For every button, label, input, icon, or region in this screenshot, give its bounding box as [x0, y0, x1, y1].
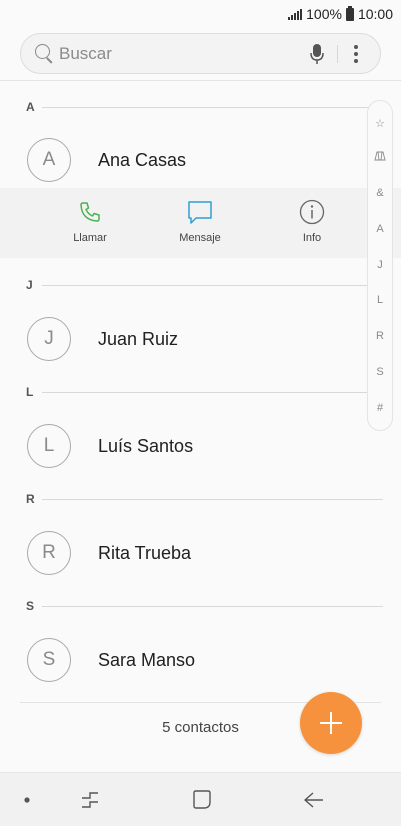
section-header-l: L	[26, 385, 383, 399]
index-r[interactable]: R	[368, 330, 392, 342]
back-icon[interactable]	[302, 788, 326, 812]
section-letter: L	[26, 385, 34, 399]
section-line	[42, 605, 383, 607]
search-icon	[35, 43, 55, 64]
message-icon	[186, 198, 214, 226]
section-header-a: A	[26, 100, 383, 114]
avatar: S	[27, 638, 71, 682]
alphabet-index[interactable]: ☆ & A J L R S #	[367, 100, 393, 431]
message-button[interactable]: Mensaje	[160, 198, 240, 244]
call-label: Llamar	[73, 232, 107, 244]
search-bar[interactable]: Buscar	[20, 33, 381, 74]
contact-row[interactable]: R Rita Trueba	[0, 518, 401, 588]
index-s[interactable]: S	[368, 366, 392, 378]
avatar: J	[27, 317, 71, 361]
search-input[interactable]: Buscar	[59, 44, 305, 64]
info-icon	[298, 198, 326, 226]
section-header-j: J	[26, 278, 383, 292]
section-letter: A	[26, 100, 35, 114]
info-label: Info	[302, 232, 322, 244]
section-line	[42, 391, 383, 393]
contact-row[interactable]: L Luís Santos	[0, 411, 401, 481]
add-contact-button[interactable]	[300, 692, 362, 754]
index-hash[interactable]: #	[368, 402, 392, 414]
contact-name: Luís Santos	[98, 435, 194, 456]
battery-percent: 100%	[306, 6, 342, 22]
contact-row[interactable]: S Sara Manso	[0, 625, 401, 695]
contact-name: Sara Manso	[98, 649, 196, 670]
battery-icon	[345, 5, 354, 21]
signal-icon	[288, 8, 303, 20]
header-divider	[0, 80, 401, 81]
recent-apps-icon[interactable]	[78, 788, 102, 812]
section-header-r: R	[26, 492, 383, 506]
home-icon[interactable]	[190, 788, 214, 812]
section-line	[42, 498, 383, 500]
status-bar: 100% 10:00	[0, 0, 401, 28]
contact-name: Rita Trueba	[98, 542, 192, 563]
section-letter: S	[26, 599, 35, 613]
microphone-icon[interactable]	[305, 42, 329, 66]
section-line	[42, 106, 383, 108]
info-button[interactable]: Info	[272, 198, 352, 244]
avatar: L	[27, 424, 71, 468]
navigation-bar	[0, 772, 401, 826]
add-icon	[320, 712, 342, 734]
section-letter: R	[26, 492, 35, 506]
more-options-icon[interactable]	[344, 42, 368, 66]
index-ampersand[interactable]: &	[368, 187, 392, 199]
section-line	[42, 284, 383, 286]
call-button[interactable]: Llamar	[50, 198, 130, 244]
contact-name: Juan Ruiz	[98, 328, 179, 349]
index-a[interactable]: A	[368, 223, 392, 235]
index-l[interactable]: L	[368, 294, 392, 306]
section-header-s: S	[26, 599, 383, 613]
contact-actions: Llamar Mensaje Info	[0, 188, 401, 258]
search-divider	[337, 44, 338, 63]
contact-row[interactable]: A Ana Casas	[0, 125, 401, 195]
dot-icon[interactable]	[15, 788, 39, 812]
group-icon[interactable]	[368, 151, 392, 164]
clock: 10:00	[357, 6, 393, 22]
contact-row[interactable]: J Juan Ruiz	[0, 304, 401, 374]
avatar: R	[27, 531, 71, 575]
index-favorites-star[interactable]: ☆	[368, 117, 392, 130]
index-j[interactable]: J	[368, 259, 392, 271]
phone-icon	[76, 198, 104, 226]
message-label: Mensaje	[179, 232, 221, 244]
section-letter: J	[26, 278, 33, 292]
avatar: A	[27, 138, 71, 182]
contact-name: Ana Casas	[98, 149, 187, 170]
